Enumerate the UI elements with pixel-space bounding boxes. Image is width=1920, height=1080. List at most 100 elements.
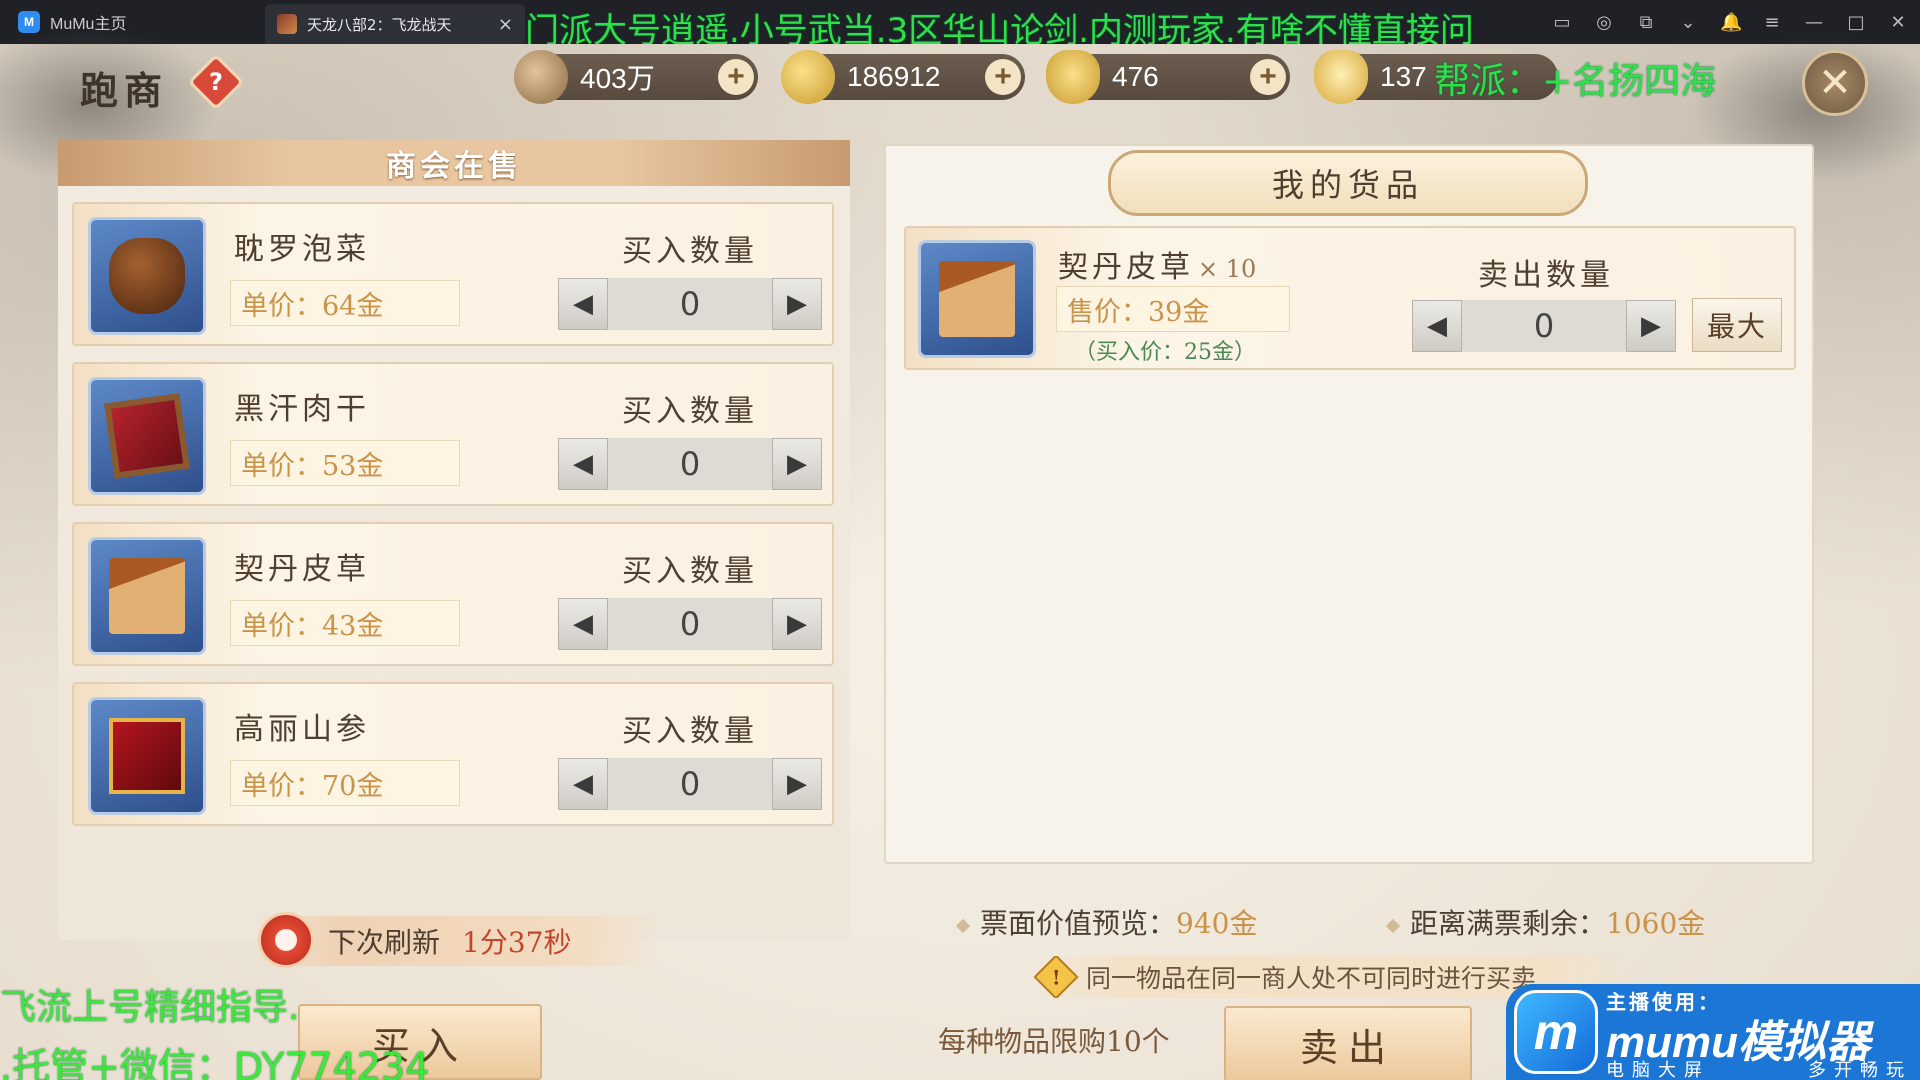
currency-value: 403万 [580,63,655,94]
refresh-label: 下次刷新 [328,926,441,959]
item-price: 单价：53金 [230,440,460,486]
decrease-button[interactable]: ◀ [558,278,608,330]
minimize-icon[interactable]: — [1804,12,1824,33]
add-currency-button[interactable]: + [718,59,754,95]
increase-button[interactable]: ▶ [772,758,822,810]
increase-button[interactable]: ▶ [772,278,822,330]
gold-ingot-icon [1046,50,1100,104]
item-price: 单价：70金 [230,760,460,806]
ticket-value: 940金 [1176,907,1258,940]
sell-qty-label: 卖出数量 [1478,258,1614,293]
goods-item-name-text: 契丹皮草 [1058,250,1194,285]
purchase-limit-text: 每种物品限购10个 [938,1025,1170,1058]
ticket-value-preview: 票面价值预览：940金 [955,902,1258,942]
remaining-label: 距离满票剩余： [1410,907,1607,940]
page-title: 跑商 [80,68,169,113]
chevron-down-icon[interactable]: ⌄ [1678,12,1698,33]
max-button[interactable]: 最大 [1692,298,1782,352]
qty-value[interactable]: 0 [1462,300,1626,352]
currency-gold-ingot: 476 + [1046,50,1290,104]
warning-icon: ! [1034,956,1079,998]
fur-chest-icon [109,558,185,634]
currency-copper: 403万 + [514,50,758,104]
buy-qty-label: 买入数量 [622,234,758,269]
emulator-titlebar: M MuMu主页 天龙八部2：飞龙战天 × ▭ ◎ ⧉ ⌄ 🔔 ≡ — □ ✕ … [0,0,1920,51]
item-slot[interactable] [88,377,206,495]
clock-icon [258,912,314,968]
decrease-button[interactable]: ◀ [558,438,608,490]
diamond-bullet-icon [1385,918,1401,933]
increase-button[interactable]: ▶ [772,438,822,490]
help-icon: ? [209,67,223,96]
bell-icon[interactable]: 🔔 [1720,12,1742,33]
maximize-icon[interactable]: □ [1846,12,1866,33]
buy-qty-stepper: ◀ 0 ▶ [558,598,822,650]
add-currency-button[interactable]: + [1250,59,1286,95]
item-price: 单价：43金 [230,600,460,646]
decrease-button[interactable]: ◀ [558,758,608,810]
shop-panel: 商会在售 耽罗泡菜 单价：64金 买入数量 ◀ 0 ▶ 黑汗肉干 单价：53金 … [58,140,850,940]
kimchi-jar-icon [109,238,185,314]
sell-qty-stepper: ◀ 0 ▶ [1412,300,1676,352]
increase-button[interactable]: ▶ [772,598,822,650]
sell-button[interactable]: 卖出 [1224,1006,1472,1080]
add-currency-button[interactable]: + [985,59,1021,95]
qty-value[interactable]: 0 [608,438,772,490]
close-window-icon[interactable]: ✕ [1888,12,1908,33]
game-icon [277,14,297,34]
location-icon[interactable]: ◎ [1594,12,1614,33]
copper-coin-icon [514,50,568,104]
menu-icon[interactable]: ≡ [1762,12,1782,33]
goods-item: 契丹皮草 × 10 售价：39金 （买入价：25金） 卖出数量 ◀ 0 ▶ 最大 [904,226,1796,370]
shop-item: 黑汗肉干 单价：53金 买入数量 ◀ 0 ▶ [72,362,834,506]
promo-overlay-line2: .托管+微信：DY774234 [0,1045,430,1080]
goods-item-count: × 10 [1198,255,1257,283]
shop-item: 契丹皮草 单价：43金 买入数量 ◀ 0 ▶ [72,522,834,666]
mumu-logo-icon: m [1514,990,1598,1074]
fur-chest-icon [939,261,1015,337]
close-tab-icon[interactable]: × [498,14,513,35]
game-tab[interactable]: 天龙八部2：飞龙战天 × [265,4,525,44]
item-name: 耽罗泡菜 [234,232,370,267]
buy-qty-stepper: ◀ 0 ▶ [558,758,822,810]
game-tab-label: 天龙八部2：飞龙战天 [307,15,452,34]
currency-value: 137 [1380,61,1427,92]
item-slot[interactable] [88,217,206,335]
currency-value: 476 [1112,61,1159,92]
ingot-icon [1314,50,1368,104]
diamond-bullet-icon [955,918,971,933]
increase-button[interactable]: ▶ [1626,300,1676,352]
decrease-button[interactable]: ◀ [1412,300,1462,352]
ticket-remaining: 距离满票剩余：1060金 [1385,902,1705,942]
game-viewport: 跑商 ? 403万 + 186912 + 476 + 137 帮派：+名扬四海 … [0,24,1920,1080]
item-name: 高丽山参 [234,712,370,747]
keyboard-icon[interactable]: ▭ [1552,12,1572,33]
close-button[interactable]: ✕ [1802,50,1868,116]
dried-meat-icon [104,393,190,479]
currency-value: 186912 [847,61,941,92]
ticket-value-label: 票面价值预览： [980,907,1177,940]
buy-qty-label: 买入数量 [622,554,758,589]
shop-header: 商会在售 [58,140,850,186]
item-slot[interactable] [88,697,206,815]
buy-qty-stepper: ◀ 0 ▶ [558,438,822,490]
qty-value[interactable]: 0 [608,278,772,330]
item-price: 单价：64金 [230,280,460,326]
shop-item: 耽罗泡菜 单价：64金 买入数量 ◀ 0 ▶ [72,202,834,346]
promo-overlay-line1: 飞流上号精细指导. [0,987,300,1028]
decrease-button[interactable]: ◀ [558,598,608,650]
refresh-time: 1分37秒 [462,926,572,959]
item-slot[interactable] [88,537,206,655]
buy-price-note: （买入价：25金） [1074,340,1256,365]
screen-icon[interactable]: ⧉ [1636,12,1656,33]
qty-value[interactable]: 0 [608,758,772,810]
currency-gold: 186912 + [781,50,1025,104]
sell-price: 售价：39金 [1056,286,1290,332]
goods-item-name: 契丹皮草 × 10 [1058,242,1256,286]
item-slot[interactable] [918,240,1036,358]
my-goods-panel: 我的货品 契丹皮草 × 10 售价：39金 （买入价：25金） 卖出数量 ◀ 0 … [884,144,1814,864]
mumu-logo-icon: M [18,11,40,33]
qty-value[interactable]: 0 [608,598,772,650]
mumu-slogan-2: 多开畅玩 [1808,1060,1912,1080]
item-name: 黑汗肉干 [234,392,370,427]
